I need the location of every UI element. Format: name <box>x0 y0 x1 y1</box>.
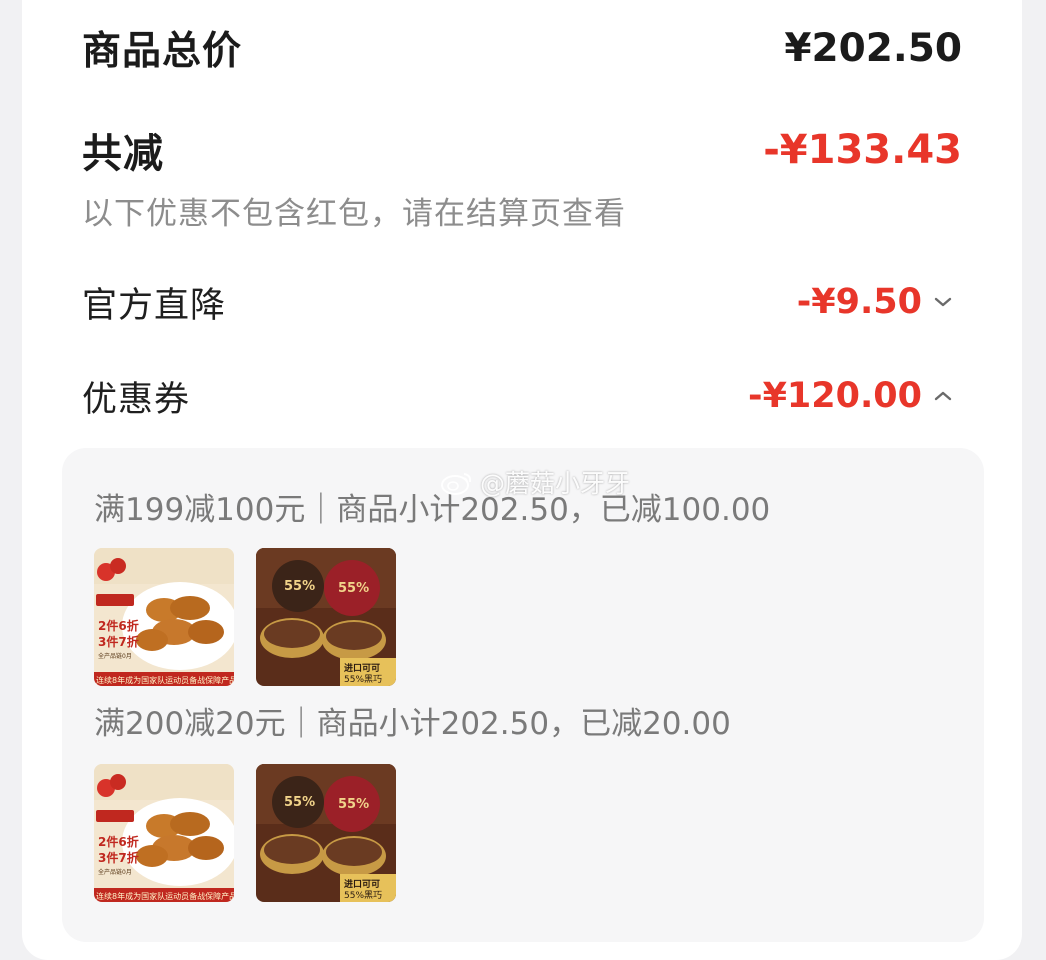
product-badge-1: 2件6折 <box>98 834 139 849</box>
product-bottom-line-2: 55%黑巧 <box>344 890 382 901</box>
product-bottom-text: 连续8年成为国家队运动员备战保障产品 <box>96 675 234 685</box>
coupon-title: 满199减100元｜商品小计202.50，已减100.00 <box>94 492 771 528</box>
product-thumb-chocolate-balls[interactable]: 55% 55% 进口可可 55%黑巧 <box>256 548 396 686</box>
total-discount-label: 共减 <box>82 131 164 177</box>
product-thumb-chicken-wings[interactable]: 2件6折 3件7折 全产品链0月 连续8年成为国家队运动员备战保障产品 <box>94 548 234 686</box>
official-discount-label: 官方直降 <box>82 285 227 326</box>
chevron-up-icon[interactable] <box>932 385 954 407</box>
product-bottom-line-2: 55%黑巧 <box>344 674 382 685</box>
product-percent-2: 55% <box>338 797 369 812</box>
chevron-down-icon[interactable] <box>932 291 954 313</box>
discount-note: 以下优惠不包含红包，请在结算页查看 <box>82 196 626 232</box>
product-percent-1: 55% <box>284 795 315 810</box>
weibo-icon <box>441 473 472 495</box>
coupon-discount-value: -¥120.00 <box>748 376 922 416</box>
total-discount-row: 共减 -¥133.43 <box>82 122 962 178</box>
product-small-text: 全产品链0月 <box>98 652 132 660</box>
watermark-text: @蘑菇小牙牙 <box>480 469 631 498</box>
watermark: @蘑菇小牙牙 <box>440 464 630 500</box>
product-bottom-text: 连续8年成为国家队运动员备战保障产品 <box>96 891 234 901</box>
product-thumb-chicken-wings[interactable]: 2件6折 3件7折 全产品链0月 连续8年成为国家队运动员备战保障产品 <box>94 764 234 902</box>
official-discount-value: -¥9.50 <box>796 282 922 322</box>
coupon-detail-panel: 满199减100元｜商品小计202.50，已减100.00 2件6折 3件7折 … <box>62 448 984 942</box>
product-bottom-line-1: 进口可可 <box>344 662 380 674</box>
product-badge-2: 3件7折 <box>98 634 139 649</box>
official-discount-row[interactable]: 官方直降 -¥9.50 <box>82 274 962 330</box>
product-percent-2: 55% <box>338 581 369 596</box>
product-small-text: 全产品链0月 <box>98 868 132 876</box>
total-price-row: 商品总价 ¥202.50 <box>82 20 962 76</box>
product-bottom-line-1: 进口可可 <box>344 878 380 890</box>
total-price-label: 商品总价 <box>82 29 243 74</box>
coupon-discount-label: 优惠券 <box>82 379 191 420</box>
product-badge-1: 2件6折 <box>98 618 139 633</box>
coupon-discount-row[interactable]: 优惠券 -¥120.00 <box>82 368 962 424</box>
coupon-title: 满200减20元｜商品小计202.50，已减20.00 <box>94 706 731 742</box>
product-thumb-chocolate-balls[interactable]: 55% 55% 进口可可 55%黑巧 <box>256 764 396 902</box>
total-price-value: ¥202.50 <box>784 25 962 71</box>
total-discount-value: -¥133.43 <box>763 127 962 173</box>
product-percent-1: 55% <box>284 579 315 594</box>
product-badge-2: 3件7折 <box>98 850 139 865</box>
